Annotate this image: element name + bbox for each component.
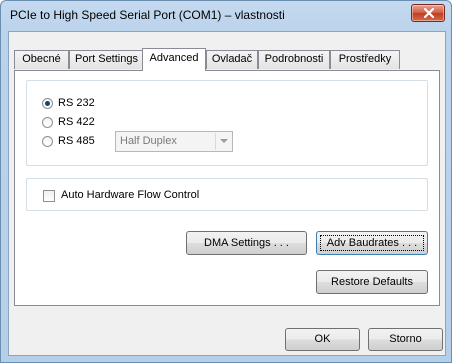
chevron-down-icon (215, 133, 231, 150)
properties-dialog: PCIe to High Speed Serial Port (COM1) – … (0, 0, 452, 363)
flow-control-group: Auto Hardware Flow Control (26, 178, 428, 211)
window-title: PCIe to High Speed Serial Port (COM1) – … (10, 8, 285, 22)
tab-prostredky[interactable]: Prostředky (330, 50, 400, 69)
restore-defaults-button[interactable]: Restore Defaults (316, 270, 428, 294)
restore-defaults-label: Restore Defaults (331, 276, 413, 288)
duplex-select-value: Half Duplex (120, 135, 177, 147)
rs422-label: RS 422 (58, 116, 95, 128)
dialog-client-area: Obecné Port Settings Advanced Ovladač Po… (8, 31, 446, 356)
title-bar[interactable]: PCIe to High Speed Serial Port (COM1) – … (1, 1, 451, 31)
rs422-radio-button[interactable] (42, 117, 53, 128)
interface-mode-group: RS 232 RS 422 RS 485 Half Duplex (26, 80, 428, 166)
close-button[interactable] (411, 4, 445, 22)
rs485-radio-button[interactable] (42, 136, 53, 147)
dma-settings-button[interactable]: DMA Settings . . . (186, 231, 307, 255)
rs485-label: RS 485 (58, 135, 95, 147)
tab-podrobnosti[interactable]: Podrobnosti (258, 50, 330, 69)
dma-settings-label: DMA Settings . . . (204, 237, 289, 249)
auto-flow-control-label: Auto Hardware Flow Control (61, 189, 200, 201)
rs232-label: RS 232 (58, 97, 95, 109)
auto-flow-control-checkbox[interactable] (43, 190, 55, 202)
ok-label: OK (314, 333, 331, 345)
ok-button[interactable]: OK (285, 328, 360, 351)
tab-port-settings[interactable]: Port Settings (69, 50, 144, 69)
advanced-tab-panel: RS 232 RS 422 RS 485 Half Duplex Auto Ha… (14, 70, 440, 306)
tab-ovladac[interactable]: Ovladač (206, 50, 258, 69)
cancel-button[interactable]: Storno (368, 328, 443, 351)
tab-advanced[interactable]: Advanced (142, 48, 206, 71)
close-icon (423, 8, 435, 18)
cancel-label: Storno (389, 333, 422, 345)
rs232-radio-button[interactable] (42, 98, 53, 109)
adv-baudrates-label: Adv Baudrates . . . (326, 237, 418, 249)
tab-obecne[interactable]: Obecné (14, 50, 69, 69)
adv-baudrates-button[interactable]: Adv Baudrates . . . (316, 231, 428, 255)
duplex-select[interactable]: Half Duplex (115, 131, 233, 152)
